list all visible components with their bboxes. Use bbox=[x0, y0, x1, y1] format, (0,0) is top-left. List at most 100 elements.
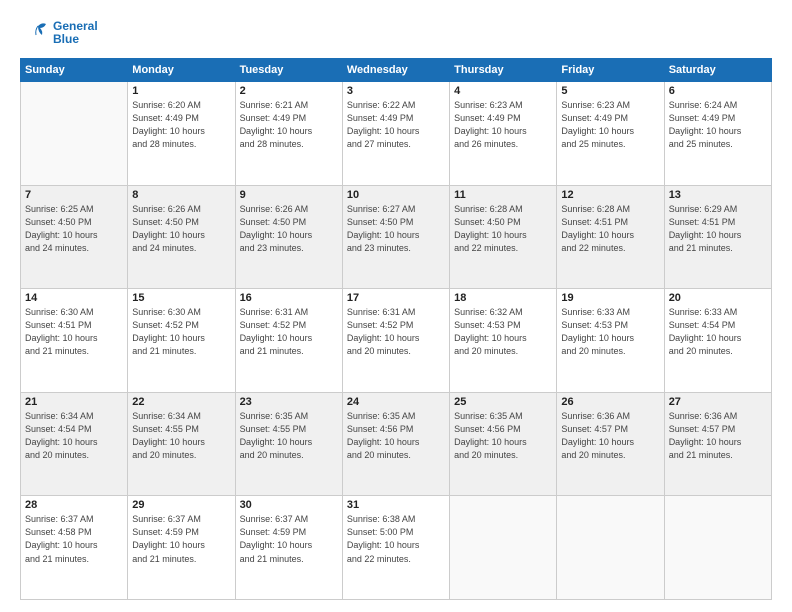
day-number: 8 bbox=[132, 189, 230, 201]
weekday-header: Tuesday bbox=[235, 59, 342, 82]
day-info: Sunrise: 6:26 AM Sunset: 4:50 PM Dayligh… bbox=[132, 203, 230, 255]
calendar-cell: 17Sunrise: 6:31 AM Sunset: 4:52 PM Dayli… bbox=[342, 289, 449, 393]
calendar-cell: 10Sunrise: 6:27 AM Sunset: 4:50 PM Dayli… bbox=[342, 185, 449, 289]
day-number: 14 bbox=[25, 292, 123, 304]
logo-bird-icon bbox=[20, 18, 50, 48]
day-number: 22 bbox=[132, 396, 230, 408]
day-number: 25 bbox=[454, 396, 552, 408]
day-number: 3 bbox=[347, 85, 445, 97]
calendar-cell bbox=[664, 496, 771, 600]
day-number: 28 bbox=[25, 499, 123, 511]
calendar-cell: 31 Sunrise: 6:38 AM Sunset: 5:00 PM Dayli… bbox=[342, 496, 449, 600]
calendar-cell: 8 Sunrise: 6:26 AM Sunset: 4:50 PM Daylig… bbox=[128, 185, 235, 289]
calendar-cell: 27 Sunrise: 6:36 AM Sunset: 4:57 PM Dayli… bbox=[664, 392, 771, 496]
day-info: Sunrise: 6:35 AM Sunset: 4:56 PM Dayligh… bbox=[347, 410, 445, 462]
day-info: Sunrise: 6:33 AM Sunset: 4:53 PM Dayligh… bbox=[561, 306, 659, 358]
day-number: 5 bbox=[561, 85, 659, 97]
day-number: 2 bbox=[240, 85, 338, 97]
day-number: 31 bbox=[347, 499, 445, 511]
day-info: Sunrise: 6:34 AM Sunset: 4:54 PM Dayligh… bbox=[25, 410, 123, 462]
day-info: Sunrise: 6:37 AM Sunset: 4:59 PM Dayligh… bbox=[240, 513, 338, 565]
day-info: Sunrise: 6:35 AM Sunset: 4:56 PM Dayligh… bbox=[454, 410, 552, 462]
calendar-cell: 28 Sunrise: 6:37 AM Sunset: 4:58 PM Dayli… bbox=[21, 496, 128, 600]
day-info: Sunrise: 6:22 AM Sunset: 4:49 PM Dayligh… bbox=[347, 99, 445, 151]
day-info: Sunrise: 6:33 AM Sunset: 4:54 PM Dayligh… bbox=[669, 306, 767, 358]
day-info: Sunrise: 6:31 AM Sunset: 4:52 PM Dayligh… bbox=[347, 306, 445, 358]
calendar-cell: 11 Sunrise: 6:28 AM Sunset: 4:50 PM Dayli… bbox=[450, 185, 557, 289]
calendar-cell: 16 Sunrise: 6:31 AM Sunset: 4:52 PM Dayli… bbox=[235, 289, 342, 393]
day-info: Sunrise: 6:34 AM Sunset: 4:55 PM Dayligh… bbox=[132, 410, 230, 462]
logo-text-line2: Blue bbox=[53, 33, 98, 46]
day-number: 11 bbox=[454, 189, 552, 201]
calendar-cell: 5 Sunrise: 6:23 AM Sunset: 4:49 PM Daylig… bbox=[557, 82, 664, 186]
day-info: Sunrise: 6:32 AM Sunset: 4:53 PM Dayligh… bbox=[454, 306, 552, 358]
day-number: 16 bbox=[240, 292, 338, 304]
weekday-header-row: SundayMondayTuesdayWednesdayThursdayFrid… bbox=[21, 59, 772, 82]
day-info: Sunrise: 6:23 AM Sunset: 4:49 PM Dayligh… bbox=[561, 99, 659, 151]
day-info: Sunrise: 6:30 AM Sunset: 4:52 PM Dayligh… bbox=[132, 306, 230, 358]
day-number: 23 bbox=[240, 396, 338, 408]
day-number: 27 bbox=[669, 396, 767, 408]
weekday-header: Saturday bbox=[664, 59, 771, 82]
day-info: Sunrise: 6:37 AM Sunset: 4:59 PM Dayligh… bbox=[132, 513, 230, 565]
header: General Blue bbox=[20, 18, 772, 48]
day-number: 19 bbox=[561, 292, 659, 304]
day-number: 12 bbox=[561, 189, 659, 201]
day-info: Sunrise: 6:37 AM Sunset: 4:58 PM Dayligh… bbox=[25, 513, 123, 565]
day-number: 29 bbox=[132, 499, 230, 511]
calendar-cell: 13 Sunrise: 6:29 AM Sunset: 4:51 PM Dayli… bbox=[664, 185, 771, 289]
day-info: Sunrise: 6:26 AM Sunset: 4:50 PM Dayligh… bbox=[240, 203, 338, 255]
calendar-cell: 19 Sunrise: 6:33 AM Sunset: 4:53 PM Dayli… bbox=[557, 289, 664, 393]
calendar-cell: 14Sunrise: 6:30 AM Sunset: 4:51 PM Dayli… bbox=[21, 289, 128, 393]
calendar-cell: 9Sunrise: 6:26 AM Sunset: 4:50 PM Daylig… bbox=[235, 185, 342, 289]
day-info: Sunrise: 6:21 AM Sunset: 4:49 PM Dayligh… bbox=[240, 99, 338, 151]
day-info: Sunrise: 6:36 AM Sunset: 4:57 PM Dayligh… bbox=[561, 410, 659, 462]
calendar-cell bbox=[557, 496, 664, 600]
weekday-header: Wednesday bbox=[342, 59, 449, 82]
calendar-cell bbox=[450, 496, 557, 600]
day-info: Sunrise: 6:35 AM Sunset: 4:55 PM Dayligh… bbox=[240, 410, 338, 462]
weekday-header: Thursday bbox=[450, 59, 557, 82]
day-info: Sunrise: 6:31 AM Sunset: 4:52 PM Dayligh… bbox=[240, 306, 338, 358]
calendar-cell: 22 Sunrise: 6:34 AM Sunset: 4:55 PM Dayli… bbox=[128, 392, 235, 496]
weekday-header: Sunday bbox=[21, 59, 128, 82]
day-number: 10 bbox=[347, 189, 445, 201]
day-number: 4 bbox=[454, 85, 552, 97]
calendar-cell bbox=[21, 82, 128, 186]
day-info: Sunrise: 6:36 AM Sunset: 4:57 PM Dayligh… bbox=[669, 410, 767, 462]
day-number: 21 bbox=[25, 396, 123, 408]
calendar-cell: 23 Sunrise: 6:35 AM Sunset: 4:55 PM Dayli… bbox=[235, 392, 342, 496]
day-number: 26 bbox=[561, 396, 659, 408]
day-number: 1 bbox=[132, 85, 230, 97]
calendar-cell: 20 Sunrise: 6:33 AM Sunset: 4:54 PM Dayli… bbox=[664, 289, 771, 393]
calendar-cell: 4Sunrise: 6:23 AM Sunset: 4:49 PM Daylig… bbox=[450, 82, 557, 186]
week-row: 28 Sunrise: 6:37 AM Sunset: 4:58 PM Dayli… bbox=[21, 496, 772, 600]
calendar-cell: 7 Sunrise: 6:25 AM Sunset: 4:50 PM Daylig… bbox=[21, 185, 128, 289]
day-info: Sunrise: 6:20 AM Sunset: 4:49 PM Dayligh… bbox=[132, 99, 230, 151]
calendar-cell: 1 Sunrise: 6:20 AM Sunset: 4:49 PM Daylig… bbox=[128, 82, 235, 186]
calendar-cell: 30 Sunrise: 6:37 AM Sunset: 4:59 PM Dayli… bbox=[235, 496, 342, 600]
week-row: 14Sunrise: 6:30 AM Sunset: 4:51 PM Dayli… bbox=[21, 289, 772, 393]
day-number: 7 bbox=[25, 189, 123, 201]
day-number: 20 bbox=[669, 292, 767, 304]
weekday-header: Monday bbox=[128, 59, 235, 82]
day-info: Sunrise: 6:28 AM Sunset: 4:50 PM Dayligh… bbox=[454, 203, 552, 255]
calendar-cell: 2 Sunrise: 6:21 AM Sunset: 4:49 PM Daylig… bbox=[235, 82, 342, 186]
calendar-cell: 3 Sunrise: 6:22 AM Sunset: 4:49 PM Daylig… bbox=[342, 82, 449, 186]
day-number: 24 bbox=[347, 396, 445, 408]
day-info: Sunrise: 6:25 AM Sunset: 4:50 PM Dayligh… bbox=[25, 203, 123, 255]
calendar-cell: 26 Sunrise: 6:36 AM Sunset: 4:57 PM Dayli… bbox=[557, 392, 664, 496]
day-info: Sunrise: 6:28 AM Sunset: 4:51 PM Dayligh… bbox=[561, 203, 659, 255]
day-info: Sunrise: 6:38 AM Sunset: 5:00 PM Dayligh… bbox=[347, 513, 445, 565]
logo: General Blue bbox=[20, 18, 98, 48]
day-info: Sunrise: 6:24 AM Sunset: 4:49 PM Dayligh… bbox=[669, 99, 767, 151]
calendar-cell: 6Sunrise: 6:24 AM Sunset: 4:49 PM Daylig… bbox=[664, 82, 771, 186]
calendar-cell: 29 Sunrise: 6:37 AM Sunset: 4:59 PM Dayli… bbox=[128, 496, 235, 600]
week-row: 1 Sunrise: 6:20 AM Sunset: 4:49 PM Daylig… bbox=[21, 82, 772, 186]
day-number: 30 bbox=[240, 499, 338, 511]
calendar-cell: 21 Sunrise: 6:34 AM Sunset: 4:54 PM Dayli… bbox=[21, 392, 128, 496]
day-info: Sunrise: 6:29 AM Sunset: 4:51 PM Dayligh… bbox=[669, 203, 767, 255]
week-row: 7 Sunrise: 6:25 AM Sunset: 4:50 PM Daylig… bbox=[21, 185, 772, 289]
calendar-cell: 15Sunrise: 6:30 AM Sunset: 4:52 PM Dayli… bbox=[128, 289, 235, 393]
day-number: 13 bbox=[669, 189, 767, 201]
